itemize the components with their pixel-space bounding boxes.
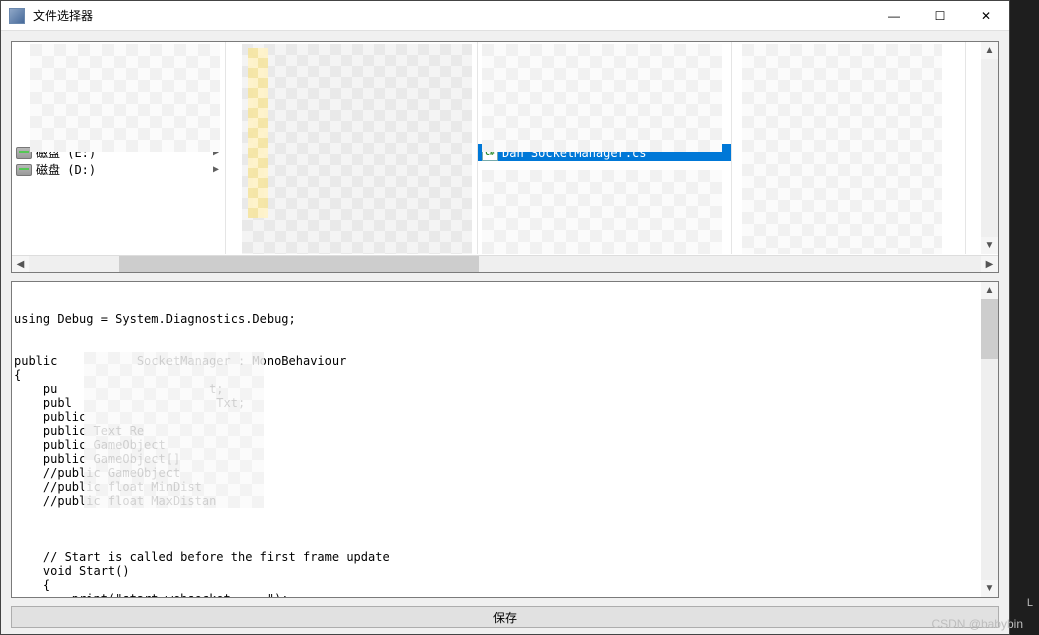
preview-panel: using Debug = System.Diagnostics.Debug; … <box>11 281 999 598</box>
scroll-right-button[interactable]: ▶ <box>981 256 998 273</box>
drive-icon <box>16 164 32 176</box>
ide-background-strip: L <box>1010 0 1039 635</box>
ide-hint-char: L <box>1027 597 1033 609</box>
censored-region <box>482 44 722 152</box>
item-label: 磁盘 (D:) <box>36 161 96 178</box>
preview-scroll-thumb[interactable] <box>981 299 998 359</box>
preview-scrollbar[interactable]: ▲ ▼ <box>981 282 998 597</box>
file-browser: ▶▶▶▶▶▶磁盘 (E:)▶磁盘 (D:)▶ ▶▶▶▶▶▶▶▶▶▶▶▶ ▶▶▶▶… <box>11 41 999 273</box>
chevron-right-icon: ▶ <box>213 164 219 175</box>
minimize-button[interactable]: — <box>871 1 917 31</box>
save-button[interactable]: 保存 <box>11 606 999 628</box>
app-icon <box>9 8 25 24</box>
preview-scroll-down[interactable]: ▼ <box>981 580 998 597</box>
censored-region <box>248 48 268 218</box>
censored-region <box>242 44 472 254</box>
horizontal-scrollbar[interactable]: ◀ ▶ <box>12 255 998 272</box>
maximize-button[interactable]: ☐ <box>917 1 963 31</box>
censored-region <box>742 44 942 254</box>
censored-region <box>84 352 264 508</box>
scroll-left-button[interactable]: ◀ <box>12 256 29 273</box>
file-picker-window: 文件选择器 — ☐ ✕ ▶▶▶▶▶▶磁盘 (E:)▶磁盘 (D:)▶ ▶▶▶▶▶… <box>0 0 1010 635</box>
window-title: 文件选择器 <box>33 7 871 24</box>
preview-scroll-track[interactable] <box>981 299 998 580</box>
titlebar[interactable]: 文件选择器 — ☐ ✕ <box>1 1 1009 31</box>
h-scroll-track[interactable] <box>29 256 981 272</box>
list-item[interactable]: 磁盘 (D:) ▶ <box>12 161 225 178</box>
close-button[interactable]: ✕ <box>963 1 1009 31</box>
censored-region <box>482 170 722 254</box>
h-scroll-thumb[interactable] <box>119 256 479 273</box>
censored-region <box>30 44 220 152</box>
preview-scroll-up[interactable]: ▲ <box>981 282 998 299</box>
watermark: CSDN @babybin <box>931 617 1023 631</box>
content-area: ▶▶▶▶▶▶磁盘 (E:)▶磁盘 (D:)▶ ▶▶▶▶▶▶▶▶▶▶▶▶ ▶▶▶▶… <box>1 31 1009 634</box>
save-bar: 保存 <box>11 606 999 628</box>
